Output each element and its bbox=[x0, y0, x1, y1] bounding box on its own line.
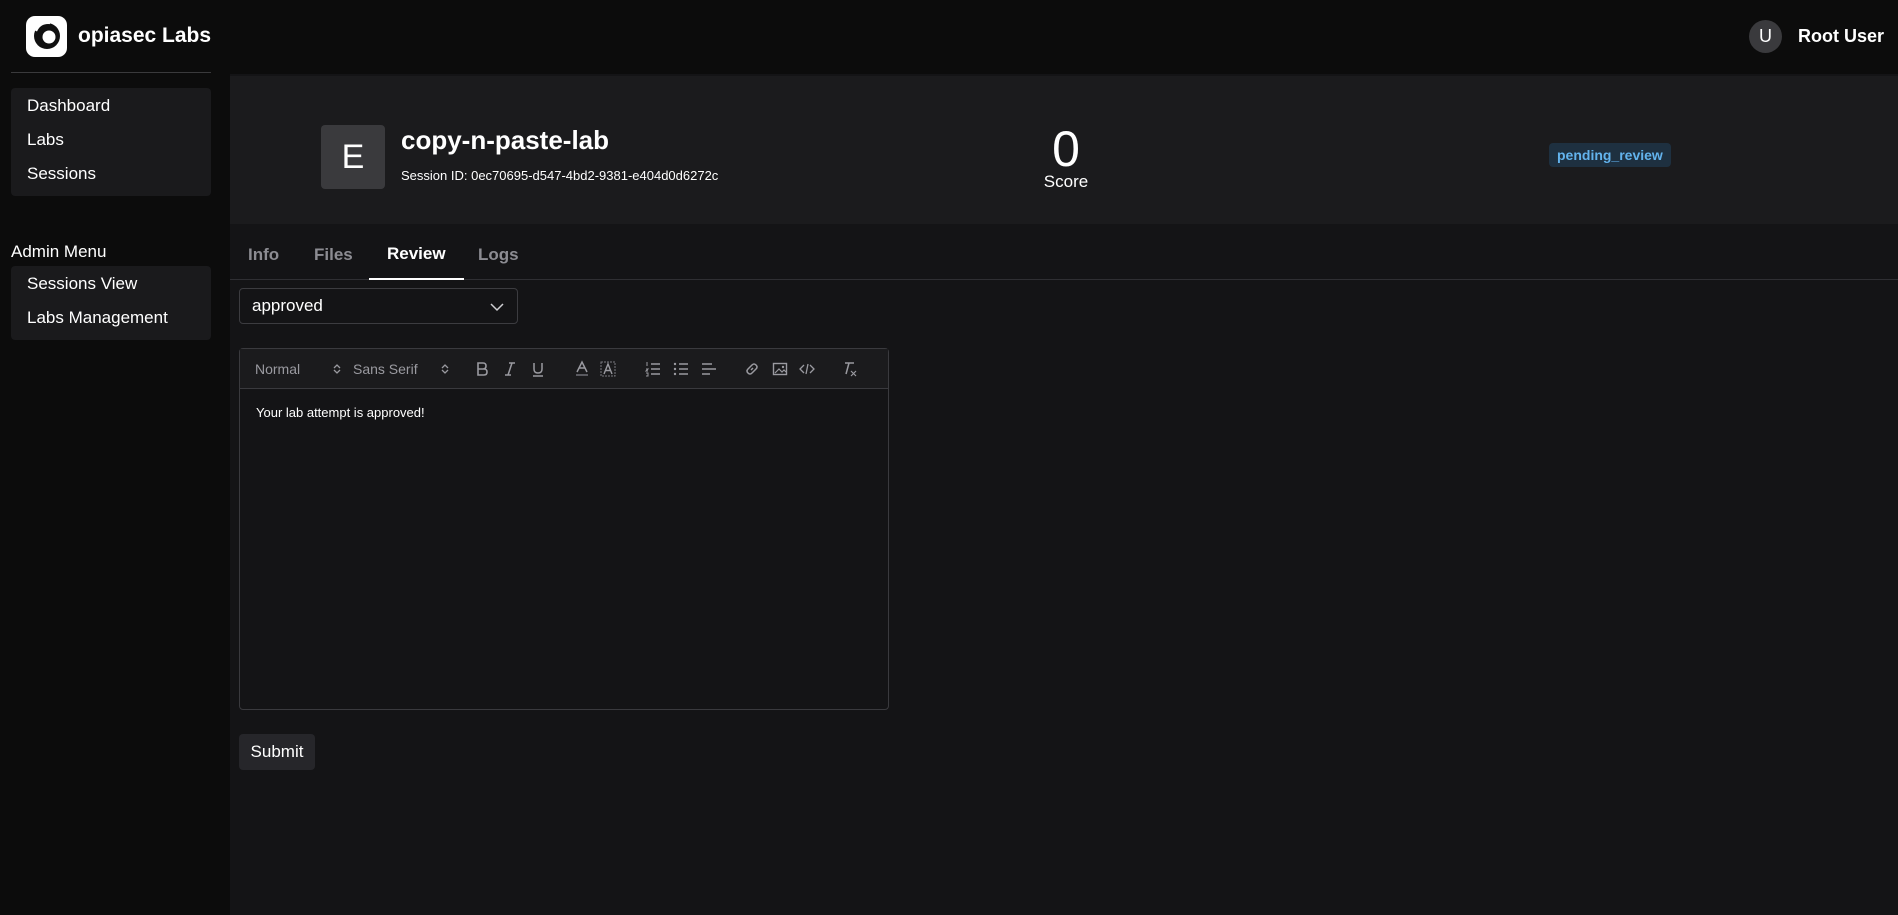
bold-icon[interactable] bbox=[475, 360, 489, 378]
tab-files[interactable]: Files bbox=[314, 230, 353, 280]
chevron-down-icon bbox=[489, 299, 505, 319]
admin-menu: Sessions View Labs Management bbox=[11, 266, 211, 340]
sort-arrows-icon bbox=[333, 364, 341, 374]
tab-info[interactable]: Info bbox=[248, 230, 279, 280]
user-avatar[interactable]: U bbox=[1748, 19, 1782, 53]
tab-logs[interactable]: Logs bbox=[478, 230, 519, 280]
font-picker[interactable]: Sans Serif bbox=[353, 360, 449, 378]
size-picker[interactable]: Normal bbox=[255, 360, 341, 378]
tab-bar: Info Files Review Logs bbox=[230, 230, 1898, 280]
clear-format-icon[interactable] bbox=[842, 360, 858, 378]
link-icon[interactable] bbox=[744, 360, 760, 378]
review-editor: Normal Sans Serif Your lab attempt is ap… bbox=[239, 348, 889, 710]
status-badge: pending_review bbox=[1549, 143, 1671, 167]
review-decision-value: approved bbox=[252, 296, 323, 315]
sidebar-item-sessions-view[interactable]: Sessions View bbox=[27, 274, 137, 294]
underline-icon[interactable] bbox=[531, 360, 545, 378]
review-decision-select[interactable]: approved bbox=[239, 288, 518, 324]
admin-menu-title: Admin Menu bbox=[11, 242, 107, 261]
session-header: E copy-n-paste-lab Session ID: 0ec70695-… bbox=[230, 76, 1898, 224]
sidebar: Dashboard Labs Sessions Admin Menu Sessi… bbox=[0, 74, 230, 915]
font-picker-value: Sans Serif bbox=[353, 361, 418, 377]
user-name[interactable]: Root User bbox=[1798, 26, 1884, 47]
main-menu: Dashboard Labs Sessions bbox=[11, 88, 211, 196]
editor-toolbar: Normal Sans Serif bbox=[240, 349, 888, 389]
editor-content[interactable]: Your lab attempt is approved! bbox=[256, 405, 425, 420]
image-icon[interactable] bbox=[772, 360, 788, 378]
ordered-list-icon[interactable] bbox=[645, 360, 661, 378]
code-icon[interactable] bbox=[799, 360, 815, 378]
sidebar-item-dashboard[interactable]: Dashboard bbox=[27, 96, 110, 116]
italic-icon[interactable] bbox=[504, 360, 516, 378]
divider bbox=[11, 72, 211, 73]
lab-avatar: E bbox=[321, 125, 385, 189]
lab-title: copy-n-paste-lab bbox=[401, 125, 610, 155]
sidebar-item-sessions[interactable]: Sessions bbox=[27, 164, 96, 184]
tab-review[interactable]: Review bbox=[369, 230, 464, 280]
score-value: 0 bbox=[1052, 121, 1080, 177]
sort-arrows-icon bbox=[441, 364, 449, 374]
brand-logo-icon bbox=[26, 15, 67, 57]
session-id: Session ID: 0ec70695-d547-4bd2-9381-e404… bbox=[401, 168, 719, 183]
brand[interactable]: opiasec Labs bbox=[26, 15, 212, 57]
main-content: E copy-n-paste-lab Session ID: 0ec70695-… bbox=[230, 74, 1898, 915]
score-label: Score bbox=[1043, 172, 1089, 191]
brand-name: opiasec Labs bbox=[78, 24, 212, 47]
sidebar-item-labs-management[interactable]: Labs Management bbox=[27, 308, 168, 328]
align-icon[interactable] bbox=[701, 360, 717, 378]
background-color-icon[interactable] bbox=[600, 360, 616, 378]
top-bar: opiasec Labs U Root User bbox=[0, 0, 1898, 74]
text-color-icon[interactable] bbox=[574, 360, 590, 378]
size-picker-value: Normal bbox=[255, 361, 301, 377]
submit-button[interactable]: Submit bbox=[239, 734, 315, 770]
user-menu[interactable]: U Root User bbox=[1748, 19, 1884, 53]
sidebar-item-labs[interactable]: Labs bbox=[27, 130, 64, 150]
bullet-list-icon[interactable] bbox=[673, 360, 689, 378]
